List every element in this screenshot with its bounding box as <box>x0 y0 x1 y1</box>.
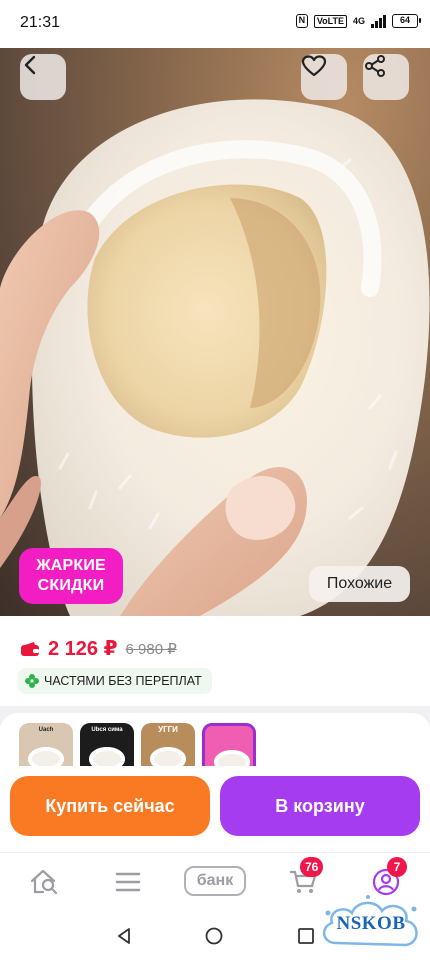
status-bar: 21:31 N VoLTE 4G 64 <box>0 0 430 48</box>
status-icons: N VoLTE 4G 64 <box>295 14 421 28</box>
price-row: 2 126 ₽ 6 980 ₽ <box>20 636 177 661</box>
watermark-text: NSKOB <box>336 913 406 934</box>
variant-label: УГГИ <box>158 725 178 734</box>
system-back-icon[interactable] <box>114 926 134 946</box>
heart-icon <box>301 55 327 77</box>
buy-now-button[interactable]: Купить сейчас <box>10 776 210 836</box>
action-bar: Купить сейчас В корзину <box>0 766 430 852</box>
chevron-left-icon <box>24 55 36 75</box>
system-recents-icon[interactable] <box>296 926 316 946</box>
back-button[interactable] <box>20 54 66 100</box>
system-home-icon[interactable] <box>204 926 224 946</box>
status-time: 21:31 <box>20 14 61 31</box>
promo-badge[interactable]: ЖАРКИЕ СКИДКИ <box>19 548 123 604</box>
nav-home[interactable] <box>27 865 61 899</box>
similar-products-button[interactable]: Похожие <box>309 566 410 602</box>
plus-icon <box>25 674 39 688</box>
slipper-photo <box>0 99 430 616</box>
product-image[interactable]: ЖАРКИЕ СКИДКИ Похожие <box>0 48 430 616</box>
share-icon <box>365 55 385 77</box>
wallet-icon <box>21 641 39 656</box>
network-type: 4G <box>352 16 365 26</box>
watermark: NSKOB <box>318 893 422 955</box>
price-current: 2 126 ₽ <box>48 638 118 660</box>
volte-indicator: VoLTE <box>313 14 347 28</box>
signal-icon <box>371 14 386 28</box>
favorite-button[interactable] <box>301 54 347 100</box>
profile-count-badge: 7 <box>387 857 407 877</box>
price-section: 2 126 ₽ 6 980 ₽ ЧАСТЯМИ БЕЗ ПЕРЕПЛАТ <box>0 616 430 716</box>
variant-label: Uach <box>38 727 54 733</box>
nav-catalog[interactable] <box>111 865 145 899</box>
nav-cart[interactable]: 76 <box>286 857 324 899</box>
add-to-cart-button[interactable]: В корзину <box>220 776 420 836</box>
variant-label: Ubcя сима <box>91 727 123 733</box>
price-old: 6 980 ₽ <box>125 640 177 658</box>
menu-icon <box>115 872 141 892</box>
battery-icon: 64 <box>392 14 421 28</box>
nav-bank[interactable]: банк <box>184 866 246 896</box>
share-button[interactable] <box>363 54 409 100</box>
promo-badge-line1: ЖАРКИЕ <box>36 557 106 574</box>
nfc-icon: N <box>295 14 308 28</box>
promo-badge-line2: СКИДКИ <box>37 577 105 594</box>
installment-label: ЧАСТЯМИ БЕЗ ПЕРЕПЛАТ <box>44 674 202 688</box>
home-search-icon <box>30 869 58 895</box>
installment-chip[interactable]: ЧАСТЯМИ БЕЗ ПЕРЕПЛАТ <box>18 668 212 694</box>
cart-count-badge: 76 <box>300 857 324 877</box>
